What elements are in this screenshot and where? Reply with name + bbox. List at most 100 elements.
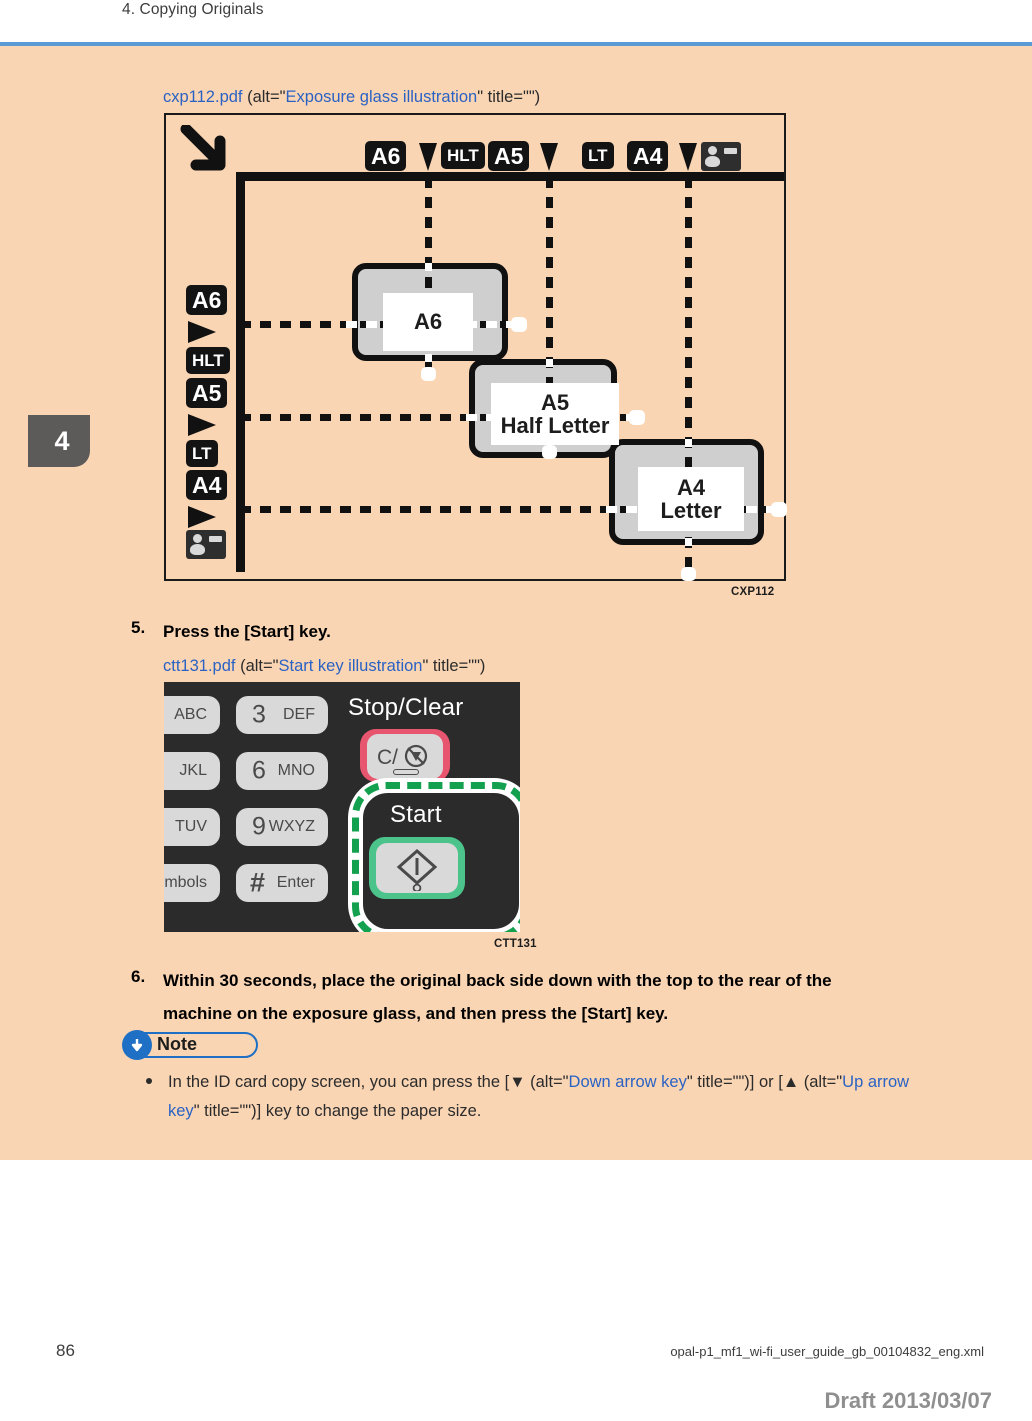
step-5-number: 5. [131,618,146,637]
keypad-key-3[interactable]: 3 DEF [236,696,328,734]
top-ruler-id-card-icon [701,142,741,171]
keypad-key-6[interactable]: 6 MNO [236,752,328,790]
paper-sheet-a4-label: A4 Letter [638,467,744,531]
exposure-glass-illustration: A6 HLT A5 LT A4 A6 HLT A5 LT A4 A6 A5 Ha… [164,113,787,581]
left-ruler-chip-a5: A5 [186,378,228,408]
guide-vertical-a5-overlay-top [546,359,553,367]
step-6-number: 6. [131,967,146,986]
keypad-key-9-number: 9 [252,812,266,841]
footer-file-name: opal-p1_mf1_wi-fi_user_guide_gb_00104832… [670,1344,984,1359]
paper-sheet-a5-line2: Half Letter [500,413,610,438]
top-ruler-chip-a4: A4 [627,141,669,171]
keypad-key-hash[interactable]: # Enter [236,864,328,902]
keypad-key-symbols[interactable]: mbols [164,864,220,902]
figure1-caption-alt-open: (alt=" [242,88,286,106]
figure2-id: CTT131 [494,938,537,950]
keypad-key-hash-alpha: Enter [276,874,315,891]
left-ruler-chip-hlt: HLT [186,347,230,374]
header-divider [0,42,1032,46]
figure1-id: CXP112 [731,586,775,598]
note-up-glyph: ▲ [782,1073,800,1091]
keypad-key-9[interactable]: 9 WXYZ [236,808,328,846]
stop-clear-label: Stop/Clear [348,694,464,721]
page-header: 4. Copying Originals [0,0,1032,46]
paper-sheet-a4-line1: A4 [676,474,706,500]
page-lower-white-area [0,1160,1032,1421]
left-ruler-marker-a5 [188,414,216,436]
svg-text:C/: C/ [377,746,398,769]
figure1-caption-alt-close: " title="") [477,88,541,106]
figure2-caption-file: ctt131.pdf [163,657,236,675]
stop-clear-button[interactable]: C/ [367,734,443,779]
top-ruler-marker-a5 [540,143,558,171]
top-ruler-marker-a6 [419,143,437,171]
guide-horizontal-a4-cap [771,502,787,517]
keypad-key-abc-label: ABC [174,706,207,723]
footer-page-number: 86 [56,1341,75,1360]
guide-vertical-a6-cap [421,367,436,381]
note-badge-label: Note [157,1034,197,1054]
left-ruler-id-card-icon [186,530,226,559]
guide-vertical-a6-overlay-top [425,263,432,271]
left-ruler-marker-a6 [188,321,216,343]
paper-sheet-a6-line1: A6 [413,309,443,335]
paper-sheet-a4-line2: Letter [660,498,722,523]
figure2-caption: ctt131.pdf (alt="Start key illustration"… [163,657,485,676]
top-ruler-chip-a5: A5 [488,141,530,171]
step-5-text: Press the [Start] key. [163,622,331,641]
step-6-line2: machine on the exposure glass, and then … [163,1004,669,1023]
left-ruler-chip-lt: LT [186,440,218,467]
keypad-key-6-alpha: MNO [277,762,315,779]
note-text-part3: " title="")] or [ [686,1073,783,1091]
left-ruler-chip-a4: A4 [186,470,228,500]
chapter-tab-number: 4 [54,425,70,456]
stop-clear-underline-icon [393,769,419,775]
figure1-caption-alt: Exposure glass illustration [285,88,478,106]
keypad-key-3-number: 3 [252,700,266,729]
keypad-key-3-alpha: DEF [283,706,315,723]
guide-vertical-a4-overlay-top [685,439,692,447]
figure2-caption-alt-close: " title="") [422,657,486,675]
note-down-alt: Down arrow key [568,1073,687,1091]
keypad-key-abc[interactable]: ABC [164,696,220,734]
stop-clear-glyph-icon: C/ [377,744,428,769]
chapter-tab: 4 [28,415,90,467]
note-bullet-marker [146,1078,152,1084]
guide-vertical-a6-overlay-bottom [425,354,432,362]
guide-horizontal-a6-cap [511,317,527,332]
note-down-arrow-icon [122,1030,152,1060]
keypad-key-jkl-label: JKL [179,762,207,779]
guide-horizontal-a5-cap [629,410,645,425]
start-key-illustration: ABC JKL TUV mbols 3 DEF 6 MNO 9 WXYZ # E… [164,682,520,932]
start-key-highlight-ring [352,782,520,932]
note-text: In the ID card copy screen, you can pres… [168,1068,928,1126]
keypad-key-9-alpha: WXYZ [268,818,315,835]
keypad-key-hash-symbol: # [250,867,266,898]
keypad-key-6-number: 6 [252,756,266,785]
top-ruler-chip-hlt: HLT [441,142,485,169]
top-ruler-chip-a6: A6 [365,141,407,171]
figure2-caption-alt-open: (alt=" [235,657,279,675]
note-down-glyph: ▼ [509,1073,526,1091]
note-text-part5: " title="")] key to change the paper siz… [193,1101,482,1120]
guide-vertical-a4-cap [681,567,696,581]
page-header-title: 4. Copying Originals [122,1,264,18]
figure1-caption-file: cxp112.pdf [163,88,243,106]
keypad-key-jkl[interactable]: JKL [164,752,220,790]
note-text-part4: (alt=" [799,1073,843,1091]
paper-sheet-a6-label: A6 [383,293,473,351]
glass-top-rail [236,172,784,181]
guide-vertical-a5-overlay-bottom [546,451,553,459]
keypad-key-tuv[interactable]: TUV [164,808,220,846]
top-ruler-marker-a4 [679,143,697,171]
figure2-caption-alt: Start key illustration [278,657,423,675]
paper-sheet-a5-label: A5 Half Letter [491,383,619,445]
note-text-part2: (alt=" [525,1073,569,1091]
keypad-key-symbols-label: mbols [164,874,207,891]
note-text-part1: In the ID card copy screen, you can pres… [168,1073,510,1091]
keypad-key-tuv-label: TUV [175,818,207,835]
left-ruler-chip-a6: A6 [186,285,228,315]
paper-sheet-a5-line1: A5 [540,389,570,415]
guide-vertical-a4-overlay-bottom [685,538,692,546]
down-right-arrow-icon [180,123,236,183]
